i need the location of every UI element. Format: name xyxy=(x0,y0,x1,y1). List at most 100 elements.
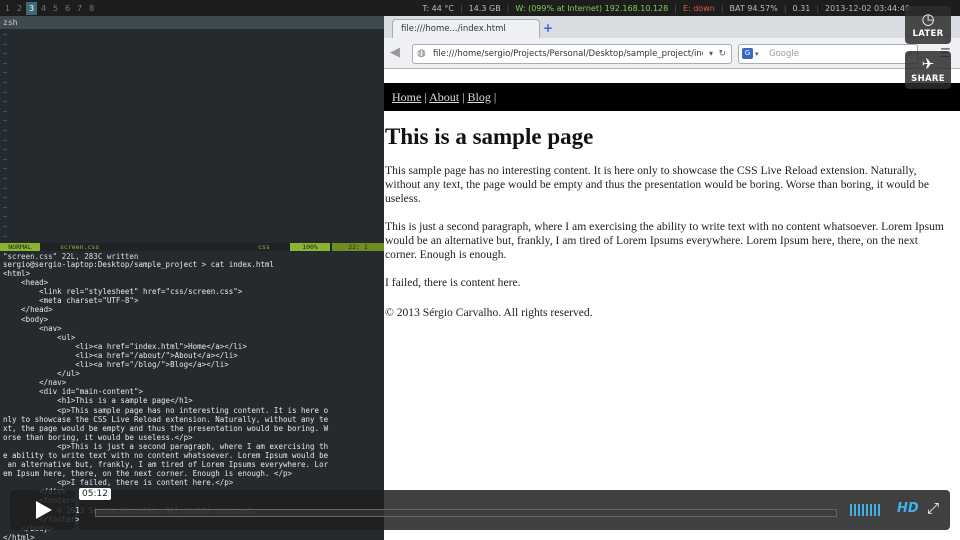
ethernet-readout: E: down xyxy=(682,3,715,13)
temperature-readout: T: 44 °C xyxy=(422,3,454,13)
terminal-line: </html> xyxy=(3,532,35,540)
memory-readout: 14.3 GB xyxy=(468,3,501,13)
status-bar: 12345678 T: 44 °C | 14.3 GB | W: (099% a… xyxy=(0,0,960,16)
paragraph-1: This sample page has no interesting cont… xyxy=(385,164,929,205)
terminal-line: </ul> xyxy=(3,369,80,379)
workspace-6[interactable]: 6 xyxy=(62,2,73,15)
video-player-controls: 05:12 HD ⤢ xyxy=(10,488,950,530)
vim-filetype: css xyxy=(258,243,270,251)
terminal-line: <ul> xyxy=(3,332,76,342)
vim-empty-line: ~ xyxy=(3,175,8,183)
vim-mode: NORMAL xyxy=(0,243,40,251)
new-tab-button[interactable]: + xyxy=(540,20,556,36)
control-bar: 05:12 HD ⤢ xyxy=(79,488,950,530)
vim-empty-line: ~ xyxy=(3,98,8,107)
workspace-4[interactable]: 4 xyxy=(38,2,49,15)
clock: 2013-12-02 03:44:40 xyxy=(825,3,910,13)
vim-empty-line: ~ xyxy=(3,223,8,231)
terminal-line: <html> xyxy=(3,269,31,279)
terminal-pane[interactable]: zsh ~ ~ ~ ~ ~ ~ ~ ~ ~ ~ ~ ~ ~ ~ ~ ~ ~ ~ ~ ~ ~ ~ NORMAL screen… xyxy=(0,16,384,540)
volume-icon[interactable] xyxy=(850,504,880,516)
terminal-line: em Ipsum here, there, on the next corner… xyxy=(3,469,292,479)
page-title: This is a sample page xyxy=(385,124,594,149)
paragraph-3: I failed, there is content here. xyxy=(385,276,521,289)
vim-empty-line: ~ xyxy=(3,155,8,164)
terminal-line: <p>I failed, there is content here.</p> xyxy=(3,478,234,488)
vim-percent: 100% xyxy=(290,243,330,251)
url-text: file:///home/sergio/Projects/Personal/De… xyxy=(433,49,703,59)
vim-empty-line: ~ xyxy=(3,31,8,39)
reload-icon[interactable]: ↻ xyxy=(718,45,726,63)
progress-track[interactable] xyxy=(95,509,837,517)
vim-empty-line: ~ xyxy=(3,117,8,126)
terminal-line: <li><a href="/about/">About</a></li> xyxy=(3,350,238,360)
battery-readout: BAT 94.57% xyxy=(729,3,778,13)
terminal-line: xt, the page would be empty and thus the… xyxy=(3,423,329,433)
system-status: T: 44 °C | 14.3 GB | W: (099% at Interne… xyxy=(422,3,910,13)
terminal-line: <li><a href="/blog/">Blog</a></li> xyxy=(3,360,229,370)
terminal-line: <meta charset="UTF-8"> xyxy=(3,296,139,306)
terminal-line: <p>This is just a second paragraph, wher… xyxy=(3,441,329,451)
vim-empty-line: ~ xyxy=(3,40,8,49)
vim-position: 22: 1 xyxy=(332,243,384,251)
vim-empty-line: ~ xyxy=(3,88,8,97)
workspace-7[interactable]: 7 xyxy=(74,2,85,15)
terminal-line: sergio@sergio-laptop:Desktop/sample_proj… xyxy=(3,260,274,269)
workspace-5[interactable]: 5 xyxy=(50,2,61,15)
vim-empty-line: ~ xyxy=(3,165,8,174)
search-placeholder: Google xyxy=(769,49,799,59)
vim-empty-line: ~ xyxy=(3,107,8,116)
fullscreen-icon[interactable]: ⤢ xyxy=(927,499,939,517)
nav-link-about[interactable]: About xyxy=(429,90,459,104)
search-input[interactable]: G ▾ Google ⌕ xyxy=(738,44,918,64)
chevron-down-icon[interactable]: ▾ xyxy=(755,45,759,63)
workspace-1[interactable]: 1 xyxy=(2,2,13,15)
nav-link-blog[interactable]: Blog xyxy=(467,90,490,104)
vim-empty-line: ~ xyxy=(3,127,8,135)
terminal-line: orse than boring, it would be useless.</… xyxy=(3,432,193,442)
terminal-line: <div id="main-content"> xyxy=(3,387,143,397)
share-label: SHARE xyxy=(911,74,945,84)
share-icon: ✈ xyxy=(921,55,935,73)
timecode-badge: 05:12 xyxy=(79,488,111,500)
globe-icon: ◍ xyxy=(417,48,426,59)
terminal-line: nly to showcase the CSS Live Reload exte… xyxy=(3,414,329,424)
workspace-2[interactable]: 2 xyxy=(14,2,25,15)
vim-empty-line: ~ xyxy=(3,213,8,222)
watch-later-button[interactable]: ◷ LATER xyxy=(905,6,951,44)
play-button[interactable] xyxy=(10,490,75,530)
watch-later-label: LATER xyxy=(912,29,944,39)
video-side-actions: ◷ LATER ✈ SHARE xyxy=(905,6,951,96)
play-icon xyxy=(36,501,52,519)
workspace-8[interactable]: 8 xyxy=(86,2,97,15)
wifi-readout: W: (099% at Internet) 192.168.10.128 xyxy=(515,3,669,13)
back-arrow-icon[interactable]: ◀ xyxy=(390,45,406,61)
vim-empty-line: ~ xyxy=(3,146,8,155)
url-bar[interactable]: ◍ file:///home/sergio/Projects/Personal/… xyxy=(412,44,732,64)
terminal-line: <li><a href="index.html">Home</a></li> xyxy=(3,341,247,351)
vim-empty-line: ~ xyxy=(3,232,8,241)
terminal-title: zsh xyxy=(0,16,384,29)
terminal-line: <head> xyxy=(3,278,49,288)
search-engine-icon[interactable]: G xyxy=(742,48,753,59)
terminal-line: <body> xyxy=(3,314,49,324)
clock-icon: ◷ xyxy=(921,10,935,28)
vim-empty-line: ~ xyxy=(3,203,8,212)
vim-filename: screen.css xyxy=(60,243,100,251)
browser-tab[interactable]: file:///home.../index.html xyxy=(392,19,540,38)
vim-empty-line: ~ xyxy=(3,59,8,68)
terminal-line: e ability to write text with no content … xyxy=(3,450,329,460)
vim-empty-line: ~ xyxy=(3,69,8,78)
vim-buffer[interactable]: ~ ~ ~ ~ ~ ~ ~ ~ ~ ~ ~ ~ ~ ~ ~ ~ ~ ~ ~ ~ ~ ~ xyxy=(0,29,384,243)
terminal-line: </nav> xyxy=(3,378,67,388)
tab-strip: file:///home.../index.html + xyxy=(384,16,960,38)
page-content: This is a sample page This sample page h… xyxy=(384,124,960,304)
share-button[interactable]: ✈ SHARE xyxy=(905,51,951,89)
chevron-down-icon[interactable]: ▾ xyxy=(709,45,713,63)
hd-toggle[interactable]: HD xyxy=(897,501,919,516)
page-footer: © 2013 Sérgio Carvalho. All rights reser… xyxy=(385,306,593,319)
vim-empty-line: ~ xyxy=(3,184,8,193)
workspace-3[interactable]: 3 xyxy=(26,1,37,15)
nav-link-home[interactable]: Home xyxy=(392,90,421,104)
paragraph-2: This is just a second paragraph, where I… xyxy=(385,220,944,261)
